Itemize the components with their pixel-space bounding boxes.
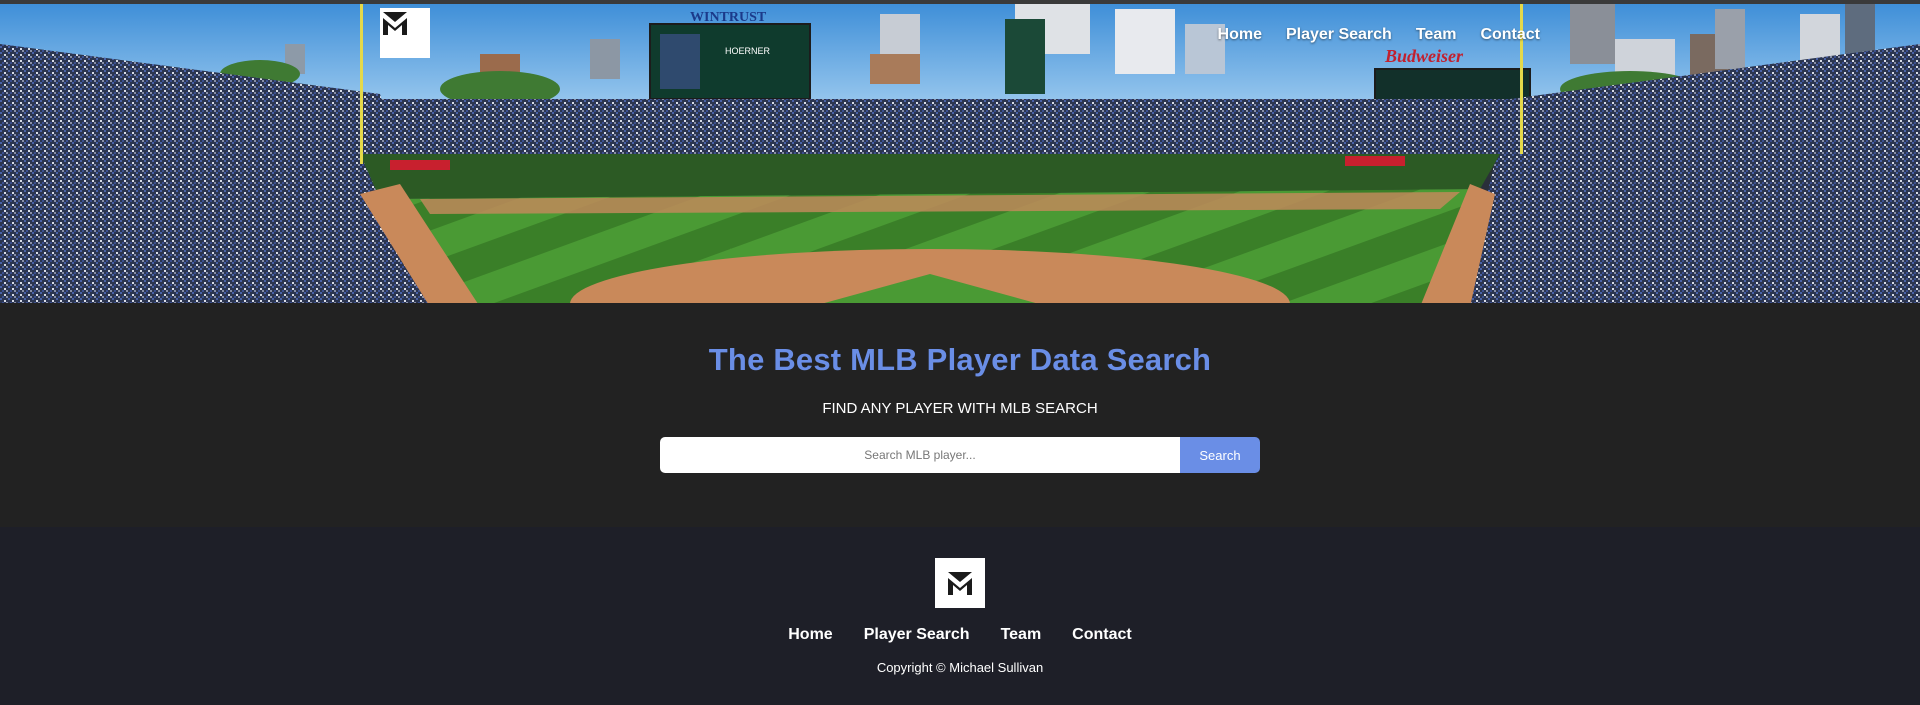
footer-team-link[interactable]: Team [1001, 626, 1042, 644]
mlb-m-logo-icon [948, 572, 972, 595]
search-button[interactable]: Search [1180, 437, 1260, 473]
nav-home-link[interactable]: Home [1218, 26, 1262, 44]
scoreboard-top-text: WINTRUST [690, 10, 767, 25]
site-logo[interactable] [380, 8, 430, 58]
footer-home-link[interactable]: Home [788, 626, 832, 644]
scoreboard-player-text: HOERNER [725, 46, 771, 56]
stadium-hero-image: WINTRUST HOERNER Budweiser [0, 4, 1920, 303]
player-search-input[interactable] [660, 437, 1180, 473]
hero-banner: WINTRUST HOERNER Budweiser Home Player S… [0, 0, 1920, 303]
search-bar: Search [660, 437, 1260, 473]
nav-player-search-link[interactable]: Player Search [1286, 26, 1392, 44]
budweiser-sign-text: Budweiser [1384, 46, 1464, 66]
page-title: The Best MLB Player Data Search [708, 342, 1212, 377]
top-navigation: Home Player Search Team Contact [1218, 26, 1540, 44]
search-section: The Best MLB Player Data Search FIND ANY… [0, 303, 1920, 527]
footer-contact-link[interactable]: Contact [1072, 626, 1132, 644]
footer-navigation: Home Player Search Team Contact [788, 626, 1131, 644]
nav-contact-link[interactable]: Contact [1480, 26, 1540, 44]
footer-player-search-link[interactable]: Player Search [864, 626, 970, 644]
copyright-text: Copyright © Michael Sullivan [876, 660, 1044, 675]
page-subtitle: FIND ANY PLAYER WITH MLB SEARCH [822, 400, 1098, 417]
mlb-m-logo-icon [383, 12, 407, 35]
footer: Home Player Search Team Contact Copyrigh… [0, 527, 1920, 705]
nav-team-link[interactable]: Team [1416, 26, 1457, 44]
footer-logo[interactable] [935, 558, 985, 608]
